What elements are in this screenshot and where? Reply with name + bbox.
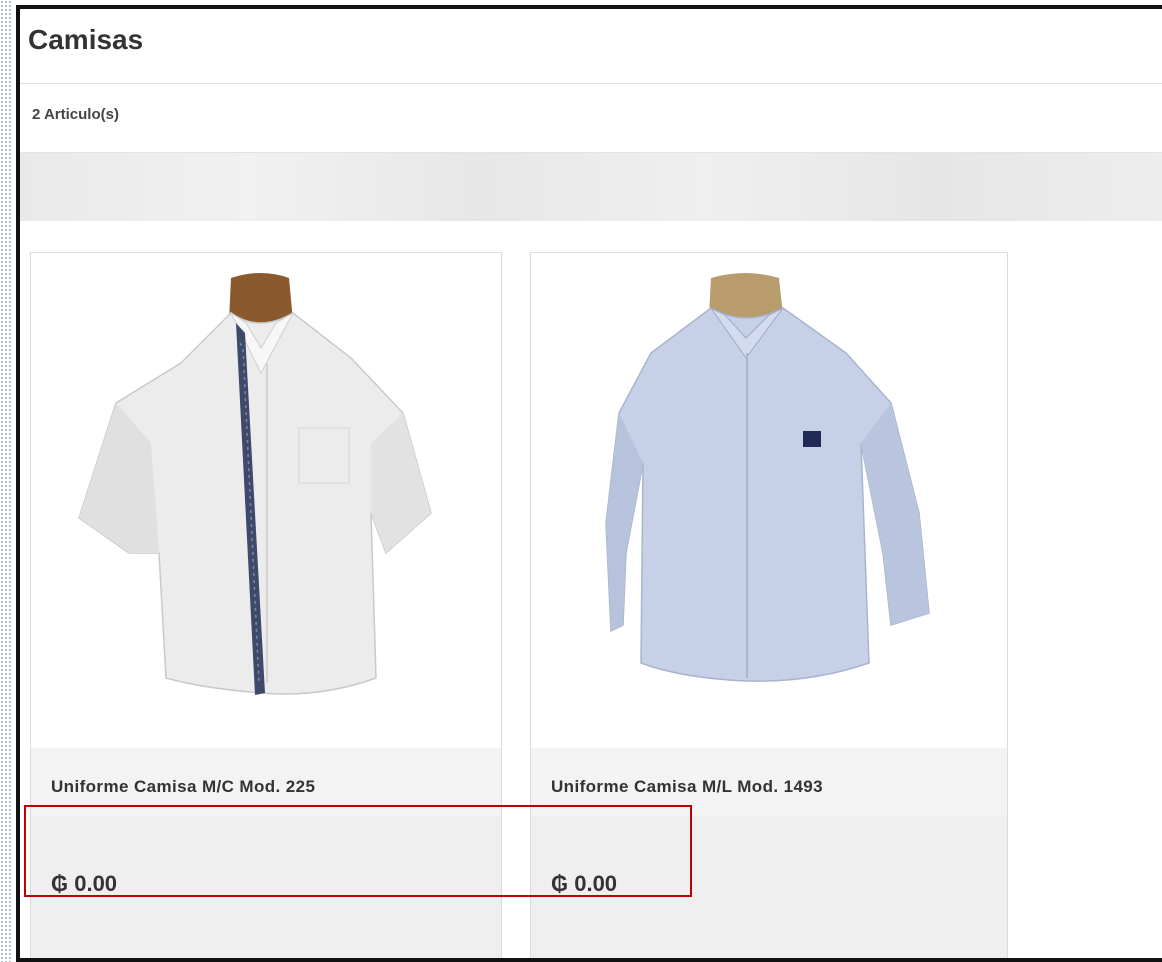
category-banner [20,153,1162,221]
title-row: Camisas [20,9,1162,84]
product-card[interactable]: Uniforme Camisa M/L Mod. 1493 ₲ 0.00 [530,252,1008,958]
page-title: Camisas [28,24,144,55]
toolbar-row: 2 Articulo(s) [20,84,1162,153]
product-price-row: ₲ 0.00 [31,816,501,958]
product-name[interactable]: Uniforme Camisa M/L Mod. 1493 [551,777,823,797]
product-price: ₲ 0.00 [551,871,618,896]
light-blue-long-sleeve-shirt-icon[interactable] [531,253,1007,748]
product-price: ₲ 0.00 [51,871,118,896]
product-name-row: Uniforme Camisa M/C Mod. 225 [31,748,501,816]
product-card[interactable]: Uniforme Camisa M/C Mod. 225 ₲ 0.00 [30,252,502,958]
product-price-row: ₲ 0.00 [531,816,1007,958]
product-name-row: Uniforme Camisa M/L Mod. 1493 [531,748,1007,816]
product-name[interactable]: Uniforme Camisa M/C Mod. 225 [51,777,315,797]
item-count: 2 Articulo(s) [32,105,119,123]
category-panel: Camisas 2 Articulo(s) Uniforme Camisa M/… [16,5,1162,962]
dotted-gutter [0,0,12,962]
white-short-sleeve-shirt-icon[interactable] [31,253,501,748]
